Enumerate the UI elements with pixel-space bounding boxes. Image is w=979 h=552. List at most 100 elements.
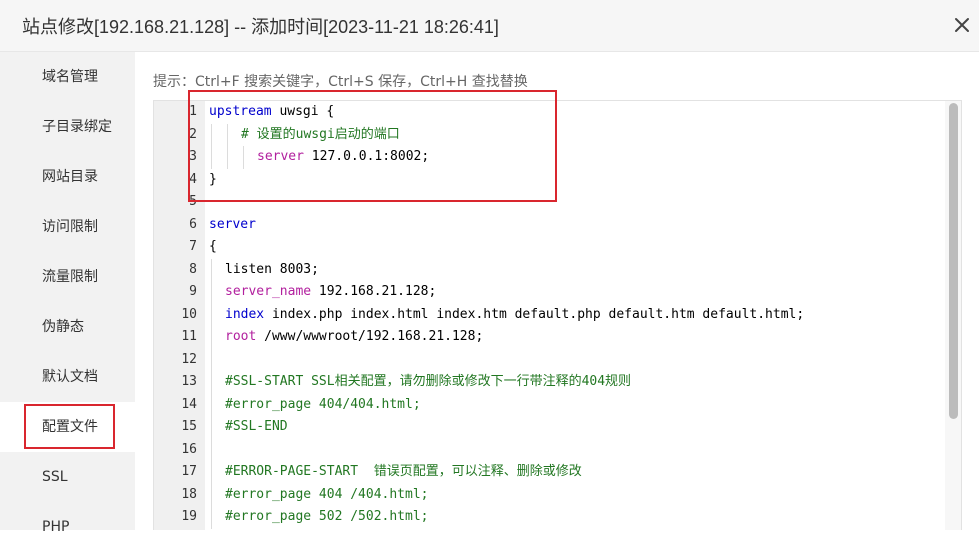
code-token: upstream [209, 104, 272, 119]
code-line[interactable]: 15 #SSL-END [154, 416, 945, 439]
indent-guide [211, 303, 212, 326]
code-token: 127.0.0.1:8002; [303, 149, 430, 164]
indent-guide [211, 146, 212, 169]
code-token: #SSL-END [225, 419, 288, 434]
sidebar-item-domain[interactable]: 域名管理 [0, 52, 135, 102]
indent-guide [227, 123, 228, 146]
indent-guide [211, 348, 212, 371]
code-token: } [209, 171, 217, 187]
code-line[interactable]: 8 listen 8003; [154, 258, 945, 282]
code-text: { [209, 236, 217, 259]
sidebar-item-label: SSL [42, 469, 68, 485]
sidebar-item-traffic-limit[interactable]: 流量限制 [0, 252, 135, 302]
sidebar-item-config-file[interactable]: 配置文件 [0, 402, 135, 452]
line-number: 7 [189, 239, 197, 254]
code-text: root /www/wwwroot/192.168.21.128; [225, 326, 483, 349]
code-line[interactable]: 19 #error_page 502 /502.html; [154, 506, 945, 529]
code-token: server [209, 216, 256, 232]
code-text: #SSL-START SSL相关配置，请勿删除或修改下一行带注释的404规则 [225, 371, 631, 394]
line-number: 2 [189, 126, 197, 142]
sidebar-item-label: PHP [42, 519, 70, 535]
code-text: #SSL-END [225, 416, 288, 439]
code-token: # 设置的uwsgi启动的端口 [241, 126, 400, 142]
code-text: server 127.0.0.1:8002; [257, 146, 429, 169]
line-number: 4 [189, 171, 197, 187]
line-number: 8 [189, 261, 197, 277]
code-line[interactable]: 16 [154, 438, 945, 461]
code-token: #SSL-START SSL相关配置，请勿删除或修改下一行带注释的404规则 [225, 374, 632, 389]
code-text: #error_page 502 /502.html; [225, 506, 429, 529]
indent-guide [243, 146, 244, 169]
line-number: 19 [181, 509, 197, 524]
code-line[interactable]: 5 [154, 191, 945, 214]
code-line[interactable]: 11 root /www/wwwroot/192.168.21.128; [154, 326, 945, 349]
code-line[interactable]: 17 #ERROR-PAGE-START 错误页配置，可以注释、删除或修改 [154, 461, 945, 484]
sidebar-item-label: 域名管理 [42, 69, 98, 85]
line-number: 12 [181, 351, 197, 367]
indent-guide [211, 281, 212, 304]
line-number: 11 [181, 329, 197, 344]
sidebar-item-label: 网站目录 [42, 169, 98, 185]
indent-guide [211, 438, 212, 461]
close-icon[interactable] [949, 12, 975, 38]
sidebar: 域名管理 子目录绑定 网站目录 访问限制 流量限制 伪静态 默认文档 配置文件 … [0, 52, 135, 535]
sidebar-item-label: 流量限制 [42, 269, 98, 285]
code-line[interactable]: 2 # 设置的uwsgi启动的端口 [154, 123, 945, 146]
dialog-title: 站点修改[192.168.21.128] -- 添加时间[2023-11-21 … [22, 17, 499, 37]
code-text: #error_page 404/404.html; [225, 394, 421, 417]
config-editor[interactable]: 1 upstream uwsgi { 2 # 设置的uwsgi启动的端口 3 server… [153, 100, 962, 530]
code-line[interactable]: 10 index index.php index.html index.htm d… [154, 303, 945, 326]
sidebar-item-default-document[interactable]: 默认文档 [0, 352, 135, 402]
indent-guide [211, 371, 212, 394]
line-number: 10 [181, 306, 197, 322]
sidebar-item-access-limit[interactable]: 访问限制 [0, 202, 135, 252]
line-number: 18 [181, 486, 197, 502]
line-number: 3 [189, 149, 197, 164]
code-token: /www/wwwroot/192.168.21.128; [256, 329, 484, 344]
code-token: index.php index.html index.htm default.p… [264, 306, 805, 322]
sidebar-item-php[interactable]: PHP [0, 502, 135, 552]
code-text: listen 8003; [225, 259, 319, 282]
code-line[interactable]: 18 #error_page 404 /404.html; [154, 483, 945, 507]
sidebar-item-label: 配置文件 [42, 419, 98, 435]
code-line[interactable]: 14 #error_page 404/404.html; [154, 393, 945, 417]
scrollbar-thumb[interactable] [949, 103, 958, 419]
sidebar-item-ssl[interactable]: SSL [0, 452, 135, 502]
code-line[interactable]: 12 [154, 348, 945, 371]
line-number: 9 [189, 284, 197, 299]
line-number: 17 [181, 464, 197, 479]
code-text: server [209, 214, 256, 237]
sidebar-item-rewrite[interactable]: 伪静态 [0, 302, 135, 352]
code-line[interactable]: 3 server 127.0.0.1:8002; [154, 146, 945, 169]
indent-guide [211, 483, 212, 506]
code-line[interactable]: 9 server_name 192.168.21.128; [154, 281, 945, 304]
code-text: #error_page 404 /404.html; [225, 484, 429, 507]
sidebar-item-label: 默认文档 [42, 369, 98, 385]
code-lines[interactable]: 1 upstream uwsgi { 2 # 设置的uwsgi启动的端口 3 server… [154, 101, 945, 529]
code-token: uwsgi { [271, 104, 335, 119]
code-token: { [209, 239, 217, 254]
code-line[interactable]: 1 upstream uwsgi { [154, 101, 945, 124]
code-text: server_name 192.168.21.128; [225, 281, 436, 304]
sidebar-item-site-directory[interactable]: 网站目录 [0, 152, 135, 202]
line-number: 1 [189, 104, 197, 119]
code-line[interactable]: 7{ [154, 236, 945, 259]
code-text: upstream uwsgi { [209, 101, 334, 124]
sidebar-item-subdirectory-binding[interactable]: 子目录绑定 [0, 102, 135, 152]
code-token: root [225, 329, 257, 344]
indent-guide [211, 123, 212, 146]
code-token: 8003; [271, 261, 319, 277]
editor-scrollbar[interactable] [945, 101, 961, 530]
code-line[interactable]: 13 #SSL-START SSL相关配置，请勿删除或修改下一行带注释的404规则 [154, 371, 945, 394]
code-token: #ERROR-PAGE-START 错误页配置，可以注释、删除或修改 [225, 464, 582, 479]
editor-hint: 提示：Ctrl+F 搜索关键字，Ctrl+S 保存，Ctrl+H 查找替换 [153, 74, 528, 90]
code-token: #error_page 404/404.html; [225, 396, 421, 412]
code-line[interactable]: 6 server [154, 214, 945, 237]
indent-guide [211, 258, 212, 281]
code-token: #error_page 502 /502.html; [225, 509, 429, 524]
indent-guide [211, 461, 212, 484]
code-line[interactable]: 4} [154, 169, 945, 192]
code-token: server_name [225, 284, 312, 299]
line-number: 15 [181, 419, 197, 434]
line-number: 5 [189, 194, 197, 209]
